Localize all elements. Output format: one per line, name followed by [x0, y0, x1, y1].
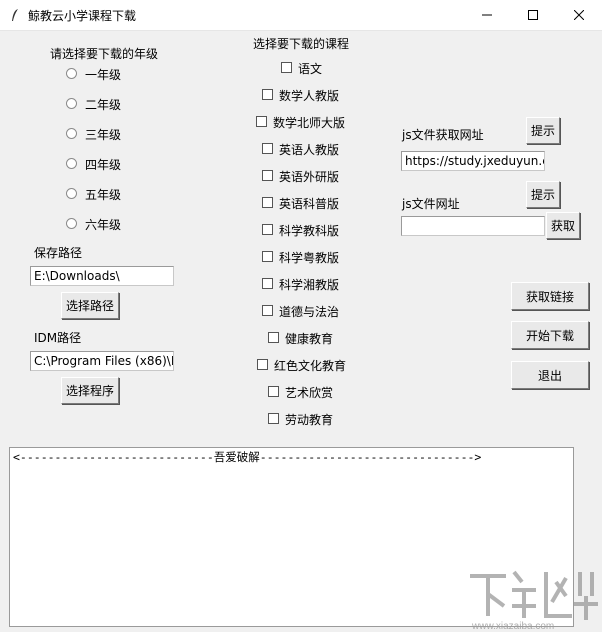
grade-radio[interactable]	[66, 188, 77, 199]
idm-path-label: IDM路径	[34, 331, 82, 345]
save-path-field[interactable]: E:\Downloads\	[30, 266, 174, 286]
grade-option-label: 二年级	[85, 98, 122, 112]
maximize-icon	[528, 10, 538, 20]
title-bar: 鲸教云小学课程下载	[0, 0, 602, 31]
grade-section-label: 请选择要下载的年级	[50, 47, 159, 61]
fetch-button[interactable]: 获取	[546, 212, 580, 239]
course-label: 科学粤教版	[279, 251, 340, 265]
minimize-button[interactable]	[464, 0, 510, 30]
start-download-button[interactable]: 开始下载	[511, 321, 589, 349]
window-title: 鲸教云小学课程下载	[28, 9, 137, 23]
course-label: 道德与法治	[279, 305, 340, 319]
course-label: 数学人教版	[279, 89, 340, 103]
grade-option-label: 四年级	[85, 158, 122, 172]
grade-radio[interactable]	[66, 68, 77, 79]
grade-radio[interactable]	[66, 218, 77, 229]
js-url-hint-button[interactable]: 提示	[526, 181, 560, 208]
course-section-label: 选择要下载的课程	[253, 37, 350, 51]
js-fetch-hint-button[interactable]: 提示	[526, 117, 560, 144]
grade-option-label: 六年级	[85, 218, 122, 232]
grade-radio[interactable]	[66, 98, 77, 109]
choose-program-button[interactable]: 选择程序	[61, 377, 119, 404]
course-label: 数学北师大版	[273, 116, 346, 130]
js-url-field[interactable]	[401, 216, 545, 236]
choose-path-button[interactable]: 选择路径	[61, 292, 119, 319]
course-label: 健康教育	[285, 332, 334, 346]
minimize-icon	[482, 14, 492, 16]
course-checkbox[interactable]	[256, 116, 267, 127]
course-label: 艺术欣赏	[285, 386, 334, 400]
course-label: 英语人教版	[279, 143, 340, 157]
course-checkbox[interactable]	[281, 62, 292, 73]
course-checkbox[interactable]	[262, 197, 273, 208]
grade-option-label: 一年级	[85, 68, 122, 82]
watermark-logo: www.xiazaiba.com	[470, 570, 598, 632]
course-checkbox[interactable]	[262, 278, 273, 289]
js-url-label: js文件网址	[402, 197, 460, 211]
maximize-button[interactable]	[510, 0, 556, 30]
course-checkbox[interactable]	[262, 251, 273, 262]
course-checkbox[interactable]	[268, 413, 279, 424]
close-button[interactable]	[556, 0, 602, 30]
course-checkbox[interactable]	[262, 305, 273, 316]
course-label: 英语科普版	[279, 197, 340, 211]
course-label: 英语外研版	[279, 170, 340, 184]
grade-option-label: 三年级	[85, 128, 122, 142]
course-label: 红色文化教育	[274, 359, 347, 373]
course-checkbox[interactable]	[257, 359, 268, 370]
close-icon	[574, 10, 584, 20]
course-checkbox[interactable]	[262, 170, 273, 181]
exit-button[interactable]: 退出	[511, 361, 589, 389]
grade-radio[interactable]	[66, 158, 77, 169]
grade-radio[interactable]	[66, 128, 77, 139]
grade-option-label: 五年级	[85, 188, 122, 202]
js-fetch-url-label: js文件获取网址	[402, 128, 484, 142]
save-path-label: 保存路径	[34, 246, 83, 260]
course-checkbox[interactable]	[262, 224, 273, 235]
course-checkbox[interactable]	[262, 143, 273, 154]
feather-icon	[12, 9, 18, 21]
course-checkbox[interactable]	[262, 89, 273, 100]
course-checkbox[interactable]	[268, 332, 279, 343]
log-text: <----------------------------吾爱破解-------…	[13, 450, 482, 464]
js-fetch-url-field[interactable]: https://study.jxeduyun.cc	[401, 151, 545, 171]
course-label: 劳动教育	[285, 413, 334, 427]
svg-text:www.xiazaiba.com: www.xiazaiba.com	[471, 621, 554, 632]
course-label: 科学教科版	[279, 224, 340, 238]
get-links-button[interactable]: 获取链接	[511, 282, 589, 310]
course-label: 语文	[298, 62, 323, 76]
course-checkbox[interactable]	[268, 386, 279, 397]
course-label: 科学湘教版	[279, 278, 340, 292]
idm-path-field[interactable]: C:\Program Files (x86)\In	[30, 351, 174, 371]
